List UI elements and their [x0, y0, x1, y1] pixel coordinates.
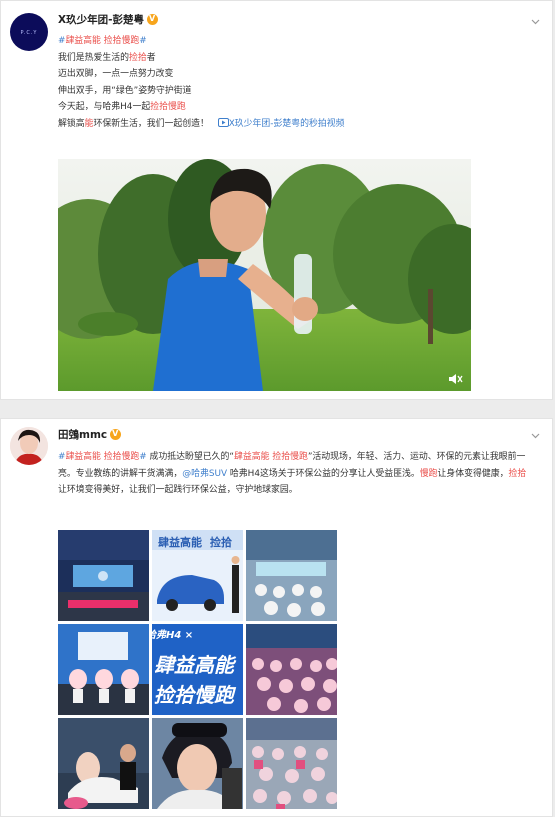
text: 环保新生活，我们一起创造！ [93, 118, 209, 129]
keyword: 捡拾慢跑 [272, 452, 308, 462]
hashtag-text-2[interactable]: 捡拾慢跑 [104, 36, 140, 46]
video-link-text[interactable]: X玖少年团-彭楚粤的秒拍视频 [229, 119, 345, 129]
keyword: 捡拾慢跑 [150, 102, 186, 113]
author-name-text[interactable]: 田鵼mmc [58, 429, 107, 441]
photo-thumbnail[interactable] [58, 530, 149, 621]
post-body: #肆益高能 捡拾慢跑# 成功抵达盼望已久的“肆益高能 捡拾慢跑”活动现场，年轻、… [58, 449, 533, 499]
photo-thumbnail[interactable] [246, 718, 337, 809]
keyword: 捡拾 [129, 52, 147, 63]
author-name[interactable]: 田鵼mmc [58, 427, 122, 442]
mention-link[interactable]: @哈弗SUV [182, 469, 227, 479]
video-player[interactable] [58, 159, 471, 391]
photo-caption: 捡拾 [210, 535, 232, 549]
text: 者 [146, 52, 156, 63]
avatar-logo-text: P.C.Y [20, 30, 38, 36]
photo-thumbnail[interactable]: 哈弗H4 × 肆益高能捡拾慢跑 [152, 624, 243, 715]
photo-caption: 哈弗H4 × [152, 629, 193, 641]
weibo-post-1: P.C.Y X玖少年团-彭楚粤 #肆益高能 捡拾慢跑# 我们是热爱生活的捡拾者 … [0, 0, 553, 400]
hashtag-mark[interactable]: # [139, 452, 146, 462]
body-line: 解锁高能环保新生活，我们一起创造！ X玖少年团-彭楚粤的秒拍视频 [58, 116, 478, 133]
hashtag-line[interactable]: #肆益高能 捡拾慢跑# [58, 33, 478, 50]
author-name[interactable]: X玖少年团-彭楚粤 [58, 12, 158, 27]
chevron-down-icon[interactable] [531, 17, 540, 26]
text: 今天起，与哈弗H4一起 [58, 102, 151, 113]
video-link-icon [217, 117, 229, 127]
photo-thumbnail[interactable] [58, 718, 149, 809]
video-frame-image [58, 159, 471, 391]
hashtag-text-1[interactable]: 肆益高能 [65, 452, 101, 462]
photo-caption: 肆益高能 [158, 535, 202, 549]
body-line: 伸出双手，用“绿色”姿势守护街道 [58, 85, 192, 96]
keyword: 肆益高能 [234, 452, 270, 462]
author-name-text[interactable]: X玖少年团-彭楚粤 [58, 14, 144, 26]
photo-thumbnail[interactable] [246, 530, 337, 621]
body-line: 迈出双脚，一点一点努力改变 [58, 69, 174, 80]
mute-icon[interactable] [447, 371, 463, 385]
weibo-post-2: 田鵼mmc #肆益高能 捡拾慢跑# 成功抵达盼望已久的“肆益高能 捡拾慢跑”活动… [0, 418, 553, 817]
hashtag-text-2[interactable]: 捡拾慢跑 [104, 452, 140, 462]
verified-badge-icon [110, 429, 122, 440]
text: 让环境变得美好，让我们一起践行环保公益，守护地球家园。 [58, 485, 298, 496]
text: 哈弗H4这场关于环保公益的分享让人受益匪浅。 [227, 468, 420, 479]
photo-caption: 捡拾慢跑 [154, 683, 237, 707]
keyword: 慢跑 [419, 468, 438, 479]
photo-caption: 肆益高能 [154, 653, 237, 677]
body-line: 今天起，与哈弗H4一起捡拾慢跑 [58, 99, 478, 116]
text: 解锁高 [58, 118, 85, 129]
avatar[interactable] [10, 427, 48, 465]
photo-grid: 肆益高能捡拾 哈弗H4 ×肆益高能捡拾慢跑 [58, 530, 338, 809]
post-body: #肆益高能 捡拾慢跑# 我们是热爱生活的捡拾者 迈出双脚，一点一点努力改变 伸出… [58, 33, 478, 133]
photo-thumbnail[interactable]: 肆益高能 捡拾 [152, 530, 243, 621]
photo-thumbnail[interactable] [58, 624, 149, 715]
avatar-image [10, 427, 48, 465]
keyword: 捡拾 [508, 468, 527, 479]
avatar[interactable]: P.C.Y [10, 13, 48, 51]
hashtag-mark[interactable]: # [139, 36, 146, 46]
body-line: 我们是热爱生活的捡拾者 [58, 50, 478, 67]
photo-thumbnail[interactable] [152, 718, 243, 809]
photo-thumbnail[interactable] [246, 624, 337, 715]
verified-badge-icon [146, 14, 158, 25]
text: 成功抵达盼望已久的“ [146, 452, 234, 462]
keyword: 能 [84, 118, 94, 129]
video-link[interactable]: X玖少年团-彭楚粤的秒拍视频 [217, 117, 345, 129]
text: 我们是热爱生活的 [58, 52, 129, 63]
text: 让身体变得健康， [437, 468, 509, 479]
hashtag-text-1[interactable]: 肆益高能 [65, 36, 101, 46]
chevron-down-icon[interactable] [531, 431, 540, 440]
